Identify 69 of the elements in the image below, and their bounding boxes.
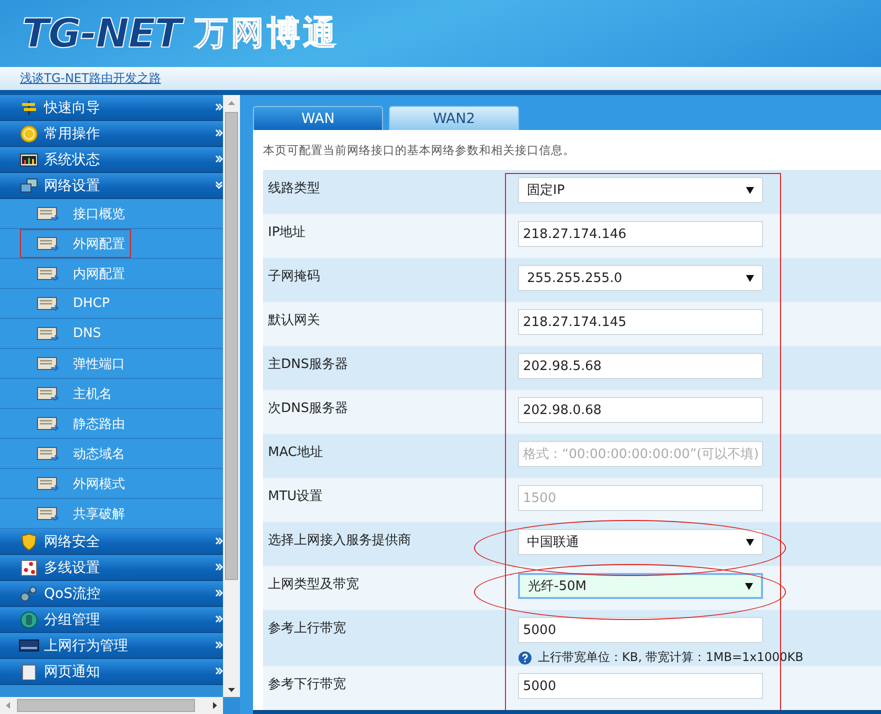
menu-header[interactable]: 系统状态 bbox=[0, 147, 223, 173]
article-link[interactable]: 浅谈TG-NET路由开发之路 bbox=[20, 70, 161, 87]
field-label: 选择上网接入服务提供商 bbox=[267, 532, 412, 550]
page-icon bbox=[37, 326, 59, 340]
menu-header[interactable]: 网络安全 bbox=[0, 529, 223, 555]
field-label: 上网类型及带宽 bbox=[267, 576, 360, 594]
vertical-scrollbar[interactable] bbox=[223, 95, 240, 697]
signpost-icon bbox=[20, 100, 38, 116]
menu-header[interactable]: QoS流控 bbox=[0, 581, 223, 607]
dropdown[interactable]: 固定IP bbox=[518, 177, 763, 203]
menu-item[interactable]: 外网配置 bbox=[20, 229, 131, 258]
page-icon bbox=[37, 266, 59, 280]
menu-header[interactable]: 分组管理 bbox=[0, 607, 223, 633]
page-icon bbox=[37, 236, 59, 250]
input-field[interactable]: 1500 bbox=[518, 485, 763, 511]
input-field[interactable]: 202.98.5.68 bbox=[518, 353, 763, 379]
input-field[interactable]: 5000 bbox=[518, 673, 763, 699]
tab[interactable]: WAN bbox=[253, 106, 383, 130]
page-icon bbox=[37, 356, 59, 370]
input-field[interactable]: 202.98.0.68 bbox=[518, 397, 763, 423]
page-icon bbox=[37, 416, 59, 430]
page-icon bbox=[37, 386, 59, 400]
input-field[interactable]: 218.27.174.145 bbox=[518, 309, 763, 335]
notepad-icon bbox=[22, 664, 36, 680]
field-label: 默认网关 bbox=[267, 312, 321, 330]
monitor-icon bbox=[20, 152, 38, 166]
field-label: 子网掩码 bbox=[267, 268, 321, 286]
computers-icon bbox=[20, 178, 38, 194]
field-label: MAC地址 bbox=[267, 444, 324, 462]
dropdown-arrow-icon bbox=[746, 274, 754, 282]
page-icon bbox=[37, 476, 59, 490]
nodes-icon bbox=[20, 584, 38, 602]
field-label: 参考下行带宽 bbox=[267, 676, 347, 694]
dropdown[interactable]: 中国联通 bbox=[518, 529, 763, 555]
dropdown-arrow-icon bbox=[745, 582, 753, 590]
menu-header[interactable]: 常用操作 bbox=[0, 121, 223, 147]
globe-icon bbox=[20, 610, 38, 628]
dropdown[interactable]: 255.255.255.0 bbox=[518, 265, 763, 291]
menu-header[interactable]: 网页通知 bbox=[0, 659, 223, 685]
field-label: IP地址 bbox=[267, 224, 307, 242]
field-label: 参考上行带宽 bbox=[267, 620, 347, 638]
coin-icon bbox=[20, 124, 38, 142]
input-field[interactable]: 218.27.174.146 bbox=[518, 221, 763, 247]
menu-header[interactable]: 多线设置 bbox=[0, 555, 223, 581]
dropdown-arrow-icon bbox=[746, 538, 754, 546]
dropdown[interactable]: 光纤-50M bbox=[518, 573, 763, 599]
device-icon bbox=[19, 638, 39, 652]
field-label: 线路类型 bbox=[267, 180, 321, 198]
field-label: 次DNS服务器 bbox=[267, 400, 349, 418]
scroll-right-icon[interactable] bbox=[210, 701, 219, 710]
page-icon bbox=[37, 446, 59, 460]
field-label: 主DNS服务器 bbox=[267, 356, 349, 374]
menu-header[interactable]: 上网行为管理 bbox=[0, 633, 223, 659]
graph-icon bbox=[21, 560, 37, 576]
page-icon bbox=[37, 296, 59, 310]
help-icon bbox=[518, 650, 532, 664]
page-description: 本页可配置当前网络接口的基本网络参数和相关接口信息。 bbox=[263, 142, 576, 158]
input-field[interactable]: 格式：“00:00:00:00:00:00”(可以不填) bbox=[518, 441, 763, 467]
menu-header[interactable]: 快速向导 bbox=[0, 95, 223, 121]
page-icon bbox=[37, 206, 59, 220]
logo-chinese-text: 万网博通 bbox=[194, 12, 339, 54]
field-label: MTU设置 bbox=[267, 488, 324, 506]
shield-icon bbox=[21, 532, 37, 550]
scroll-left-icon[interactable] bbox=[4, 701, 13, 710]
page-icon bbox=[37, 506, 59, 520]
input-field[interactable]: 5000 bbox=[518, 617, 763, 643]
menu-header[interactable]: 网络设置 bbox=[0, 173, 223, 199]
tab[interactable]: WAN2 bbox=[389, 106, 519, 130]
dropdown-arrow-icon bbox=[746, 186, 754, 194]
